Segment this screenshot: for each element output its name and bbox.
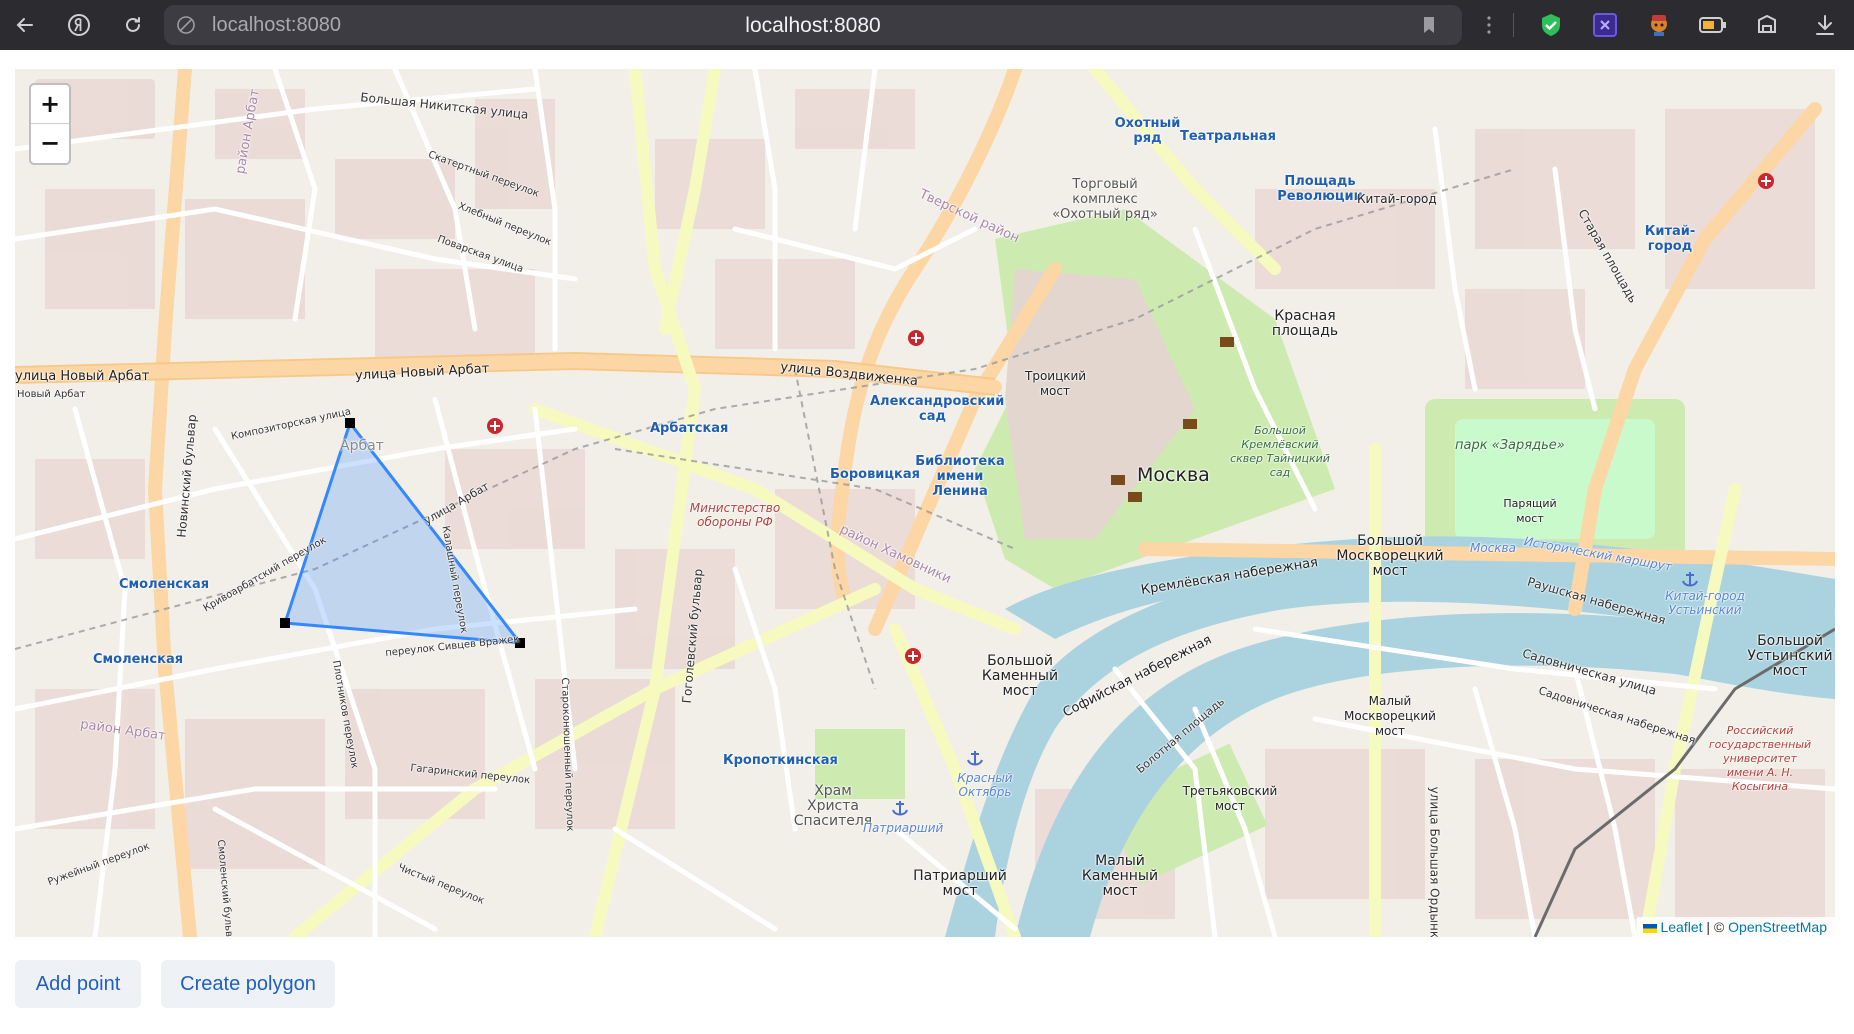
street-label: улица Большая Ордынка [1427,786,1442,937]
reload-icon[interactable] [116,8,150,42]
zoom-control: + − [29,83,71,165]
street-label: улица Новый Арбат [15,369,150,384]
create-polygon-button[interactable]: Create polygon [161,960,335,1008]
metro-label: Библиотека имени Ленина [915,454,1005,499]
place-label: Китай-город [1357,192,1437,206]
hospital-icon [1758,173,1774,189]
address-bar[interactable]: localhost:8080 localhost:8080 [164,5,1462,45]
place-label: Арбат [340,438,384,454]
toolbar-divider [1513,13,1514,37]
metro-label: Китай-город [1644,224,1696,254]
url-title: localhost:8080 [745,14,881,37]
street-label: Новый Арбат [17,389,86,400]
place-label: Красная площадь [1271,308,1339,339]
poi-label: Министерство обороны РФ [689,501,781,529]
metro-label: Смоленская [119,577,210,592]
download-icon[interactable] [1810,10,1840,40]
metro-label: Кропоткинская [723,753,838,768]
castle-icon [1111,475,1125,485]
water-label: Китай-город Устьинский [1665,589,1745,617]
poi-label: Российский государственный университет и… [1708,724,1812,793]
place-label: Парящий мост [1503,497,1557,525]
place-label: Патриарший мост [913,868,1007,899]
attribution-separator: | © [1702,919,1729,935]
extension-x-icon[interactable] [1590,10,1620,40]
place-label: Третьяковский мост [1182,784,1278,813]
osm-link[interactable]: OpenStreetMap [1728,919,1827,935]
water-label: Москва [1470,541,1516,555]
place-label: Большой Москворецкий мост [1336,533,1444,579]
castle-icon [1183,419,1197,429]
castle-icon [1128,492,1142,502]
hospital-icon [908,330,924,346]
shield-check-icon[interactable] [1536,10,1566,40]
hospital-icon [487,418,503,434]
place-label: Большой Устьинский мост [1747,633,1833,679]
place-label: Троицкий мост [1025,369,1087,398]
polygon-vertex-left[interactable] [280,618,290,628]
place-label: Малый Каменный мост [1081,853,1159,899]
city-label: Москва [1137,464,1210,486]
fox-icon[interactable] [1644,10,1674,40]
metro-label: Арбатская [650,421,729,436]
metro-label: Боровицкая [830,467,920,482]
menu-dots-icon[interactable] [1474,10,1504,40]
map-container[interactable]: улица Новый Арбат улица Новый Арбат Новы… [15,69,1835,937]
polygon-vertex-top[interactable] [345,418,355,428]
park-label: парк «Зарядье» [1455,438,1565,453]
browser-toolbar: localhost:8080 localhost:8080 [0,0,1854,50]
ukraine-flag-icon [1643,923,1658,933]
castle-icon [1220,337,1234,347]
water-label: Патриарший [863,821,944,835]
place-label: Торговый комплекс «Охотный ряд» [1052,177,1158,222]
metro-label: Смоленская [93,652,184,667]
back-arrow-icon[interactable] [8,8,42,42]
battery-icon[interactable] [1698,10,1728,40]
place-label: Большой Каменный мост [981,653,1059,699]
metro-label: Театральная [1180,129,1276,144]
leaflet-link[interactable]: Leaflet [1660,919,1702,935]
yandex-icon[interactable] [62,8,96,42]
bookmark-icon[interactable] [1418,14,1440,36]
water-label: Красный Октябрь [957,771,1013,799]
metro-label: Охотный ряд [1114,116,1181,146]
park-label: Большой Кремлёвский сквер Тайницкий сад [1230,424,1330,479]
metro-label: Площадь Революции [1277,174,1363,204]
place-label: Храм Христа Спасителя [793,783,873,829]
zoom-in-button[interactable]: + [31,85,69,124]
map-attribution: Leaflet | © OpenStreetMap [1637,917,1835,937]
place-label: Малый Москворецкий мост [1344,694,1436,738]
hospital-icon [905,648,921,664]
add-point-button[interactable]: Add point [15,960,141,1008]
zoom-out-button[interactable]: − [31,124,69,162]
metro-label: Александровский сад [870,394,1005,424]
hat-icon[interactable] [1752,10,1782,40]
